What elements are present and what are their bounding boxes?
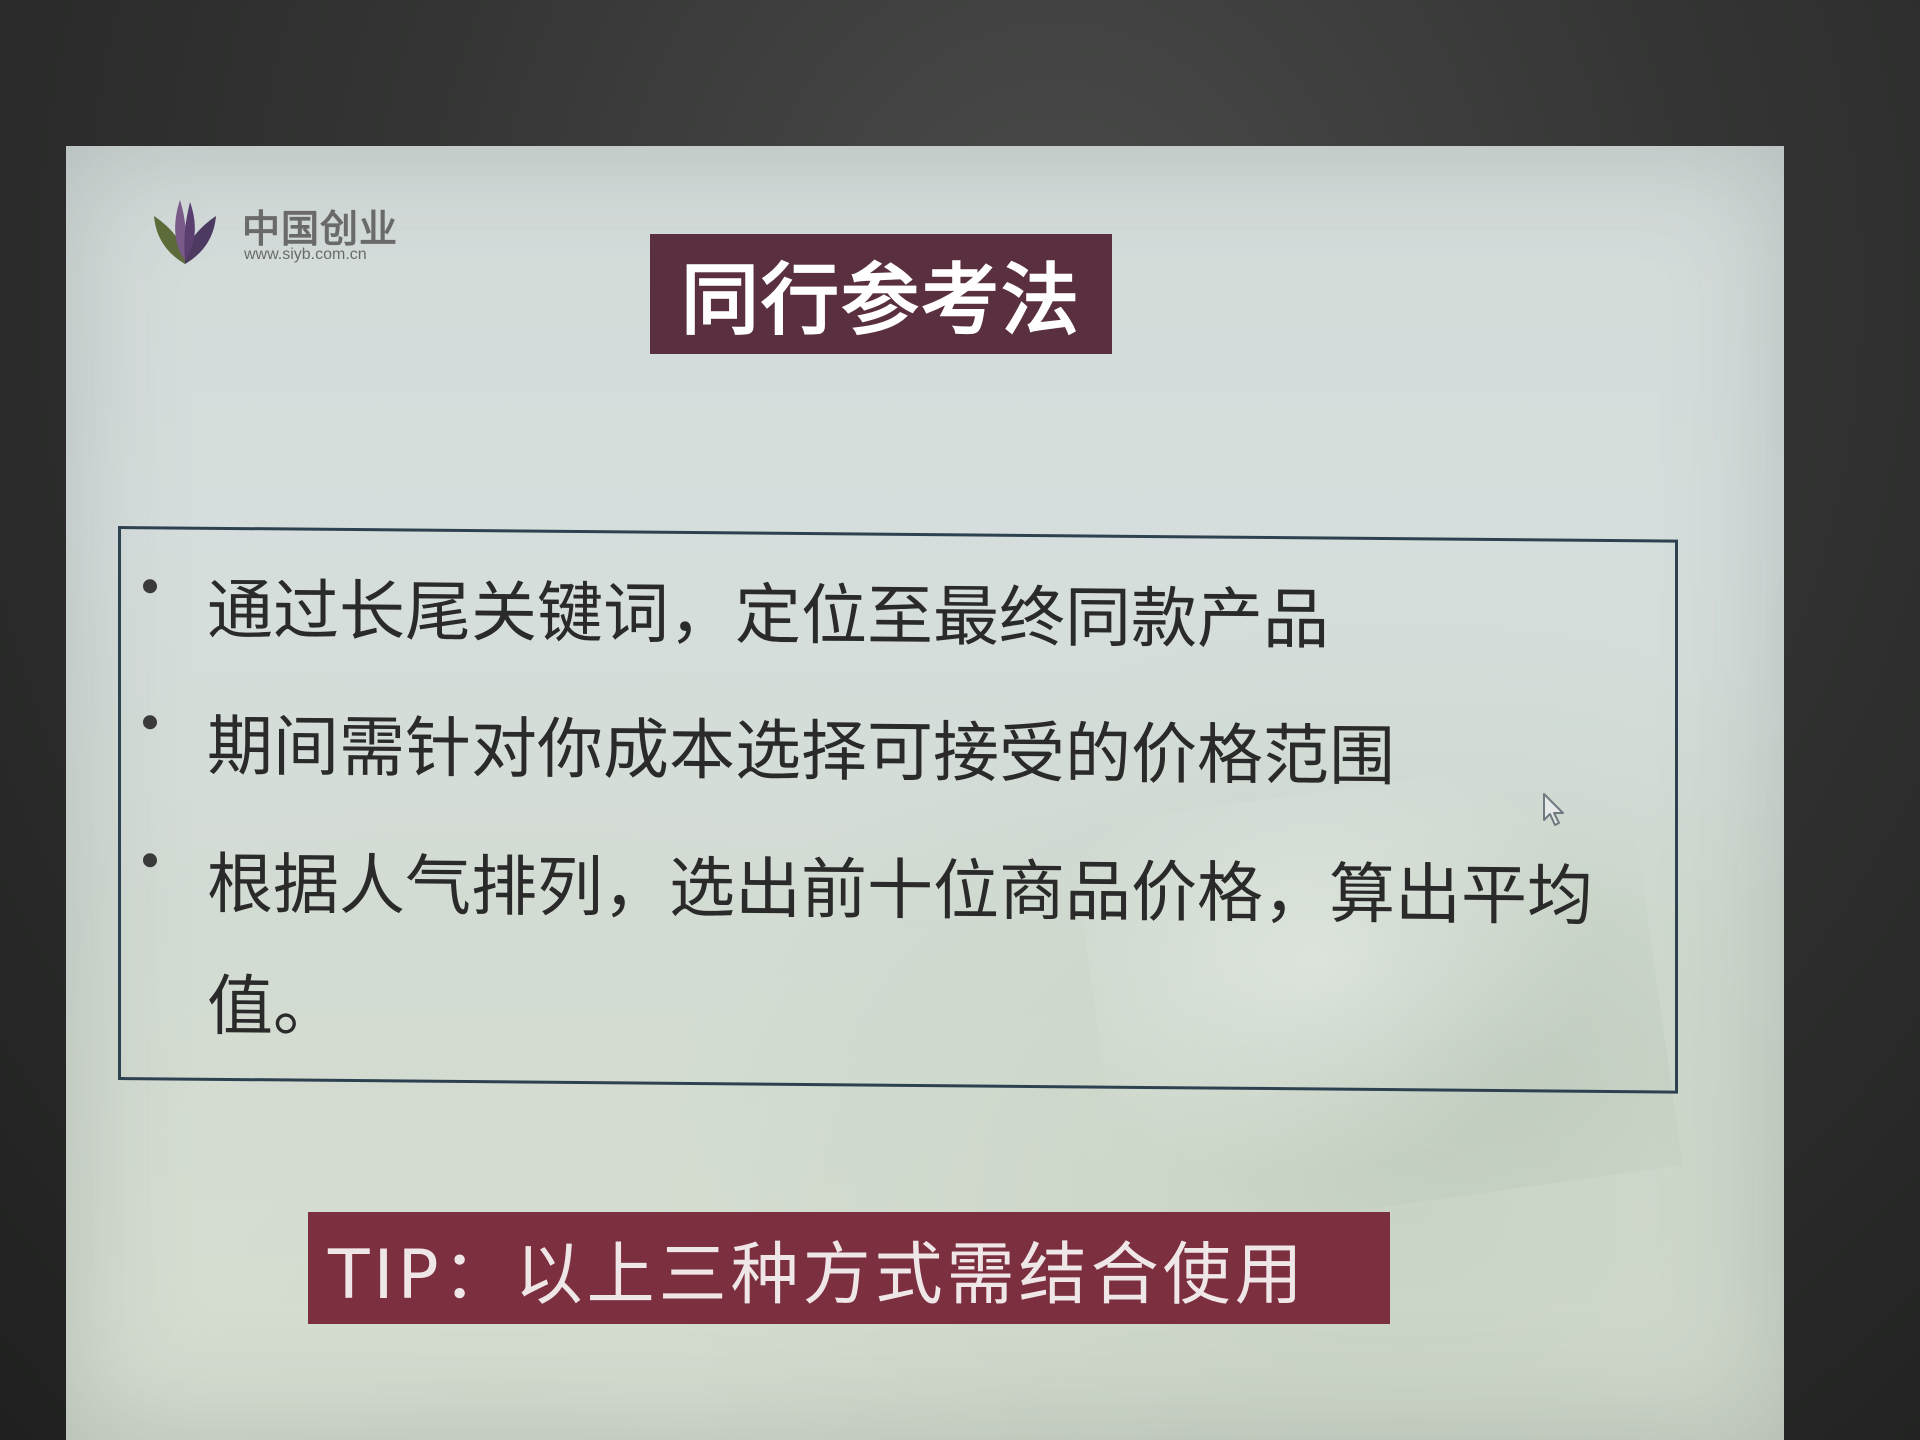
bullet-dot-icon	[143, 715, 157, 730]
bullet-list: 通过长尾关键词，定位至最终同款产品 期间需针对你成本选择可接受的价格范围 根据人…	[121, 529, 1675, 1046]
projected-slide: 中国创业 www.siyb.com.cn 同行参考法 通过长尾关键词，定位至最终…	[66, 146, 1784, 1440]
mouse-pointer-icon	[1543, 793, 1564, 826]
logo: 中国创业 www.siyb.com.cn	[150, 194, 450, 274]
bullet-dot-icon	[143, 579, 157, 594]
bullet-box: 通过长尾关键词，定位至最终同款产品 期间需针对你成本选择可接受的价格范围 根据人…	[118, 526, 1678, 1094]
bullet-text: 根据人气排列，选出前十位商品价格，算出平均值。	[207, 845, 1593, 1046]
bullet-text: 期间需针对你成本选择可接受的价格范围	[207, 707, 1395, 796]
slide-title: 同行参考法	[680, 256, 1081, 346]
bullet-item: 期间需针对你成本选择可接受的价格范围	[121, 685, 1661, 795]
projection-room: 中国创业 www.siyb.com.cn 同行参考法 通过长尾关键词，定位至最终…	[0, 0, 1920, 1440]
bullet-text: 通过长尾关键词，定位至最终同款产品	[207, 571, 1329, 659]
logo-name: 中国创业	[242, 207, 399, 251]
bullet-dot-icon	[143, 853, 157, 868]
logo-url: www.siyb.com.cn	[244, 246, 367, 263]
bullet-item: 通过长尾关键词，定位至最终同款产品	[121, 549, 1661, 659]
title-banner: 同行参考法	[650, 234, 1112, 354]
bullet-item: 根据人气排列，选出前十位商品价格，算出平均值。	[121, 823, 1661, 1046]
flower-logo-icon	[154, 200, 216, 264]
tip-text: TIP：以上三种方式需结合使用	[328, 1235, 1307, 1315]
tip-banner: TIP：以上三种方式需结合使用	[308, 1212, 1390, 1324]
